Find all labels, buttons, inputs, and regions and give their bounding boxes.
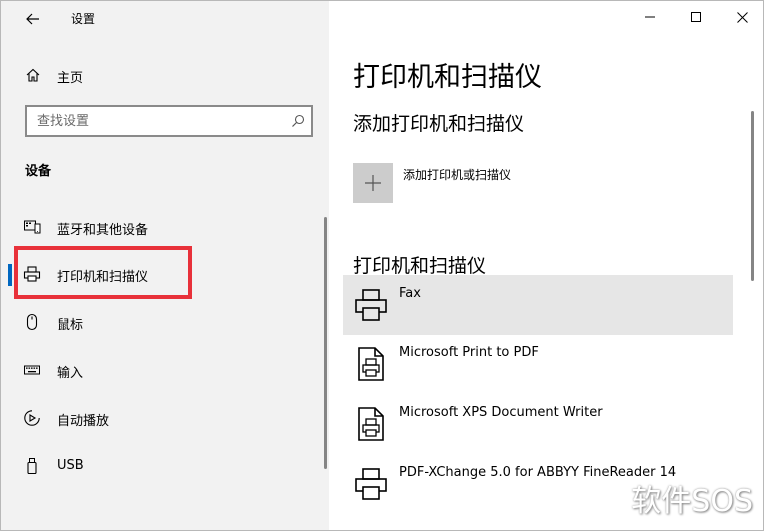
minimize-icon	[645, 16, 655, 18]
device-name: Microsoft XPS Document Writer	[399, 405, 603, 420]
add-section-title: 添加打印机和扫描仪	[353, 113, 525, 135]
right-scrollbar[interactable]	[751, 111, 754, 281]
nav-item-autoplay[interactable]: 自动播放	[1, 396, 321, 440]
usb-icon	[27, 458, 37, 475]
window-controls	[627, 1, 763, 33]
nav-item-label: USB	[57, 458, 84, 473]
minimize-button[interactable]	[627, 1, 673, 33]
document-printer-icon	[358, 347, 384, 381]
app-title: 设置	[71, 12, 96, 26]
printer-icon	[23, 266, 41, 282]
back-button[interactable]	[17, 5, 49, 33]
left-scrollbar[interactable]	[324, 217, 327, 469]
home-icon	[26, 68, 40, 82]
page-title: 打印机和扫描仪	[353, 62, 542, 93]
watermark-text: 软件SOS	[631, 484, 753, 519]
nav-item-label: 打印机和扫描仪	[57, 270, 149, 285]
watermark-logo-icon	[598, 484, 626, 512]
nav-item-label: 输入	[57, 366, 84, 381]
search-input[interactable]	[37, 112, 277, 130]
nav-home[interactable]: 主页	[1, 61, 329, 89]
nav-item-printers[interactable]: 打印机和扫描仪	[1, 252, 321, 296]
nav-item-label: 蓝牙和其他设备	[57, 223, 149, 238]
maximize-button[interactable]	[673, 1, 719, 33]
add-printer-label: 添加打印机或扫描仪	[403, 168, 512, 182]
add-tile	[353, 163, 393, 203]
plus-icon	[365, 175, 381, 191]
active-indicator	[8, 264, 12, 286]
settings-window: 设置 主页 设备 蓝牙和其他设备	[0, 0, 764, 531]
right-pane: 打印机和扫描仪 添加打印机和扫描仪 添加打印机或扫描仪 打印机和扫描仪 Fax	[329, 1, 763, 530]
printer-icon	[355, 468, 387, 500]
close-button[interactable]	[719, 1, 763, 33]
nav-item-bluetooth[interactable]: 蓝牙和其他设备	[1, 205, 321, 249]
autoplay-icon	[24, 410, 40, 426]
back-arrow-icon	[26, 13, 39, 25]
keyboard-icon	[24, 365, 40, 375]
watermark: 软件SOS	[597, 476, 753, 520]
device-item-print-to-pdf[interactable]: Microsoft Print to PDF	[343, 334, 733, 394]
left-pane: 设置 主页 设备 蓝牙和其他设备	[1, 1, 329, 530]
close-icon	[736, 11, 748, 23]
nav-item-typing[interactable]: 输入	[1, 348, 321, 392]
document-printer-icon	[358, 407, 384, 441]
device-item-xps-writer[interactable]: Microsoft XPS Document Writer	[343, 394, 733, 454]
device-name: Fax	[399, 286, 421, 301]
nav-item-mouse[interactable]: 鼠标	[1, 300, 321, 344]
maximize-icon	[691, 12, 701, 22]
nav-item-usb[interactable]: USB	[1, 444, 321, 488]
nav-item-label: 自动播放	[57, 414, 110, 429]
mouse-icon	[26, 313, 38, 331]
nav-item-label: 鼠标	[57, 318, 84, 333]
device-name: Microsoft Print to PDF	[399, 345, 539, 360]
nav-home-label: 主页	[57, 71, 84, 86]
search-box[interactable]	[25, 105, 313, 137]
device-item-fax[interactable]: Fax	[343, 275, 733, 335]
printer-icon	[355, 289, 387, 321]
search-icon[interactable]	[291, 114, 305, 128]
add-printer-button[interactable]: 添加打印机或扫描仪	[353, 161, 713, 205]
printers-list-title: 打印机和扫描仪	[353, 255, 487, 277]
bluetooth-devices-icon	[24, 220, 41, 234]
section-title: 设备	[25, 164, 52, 179]
